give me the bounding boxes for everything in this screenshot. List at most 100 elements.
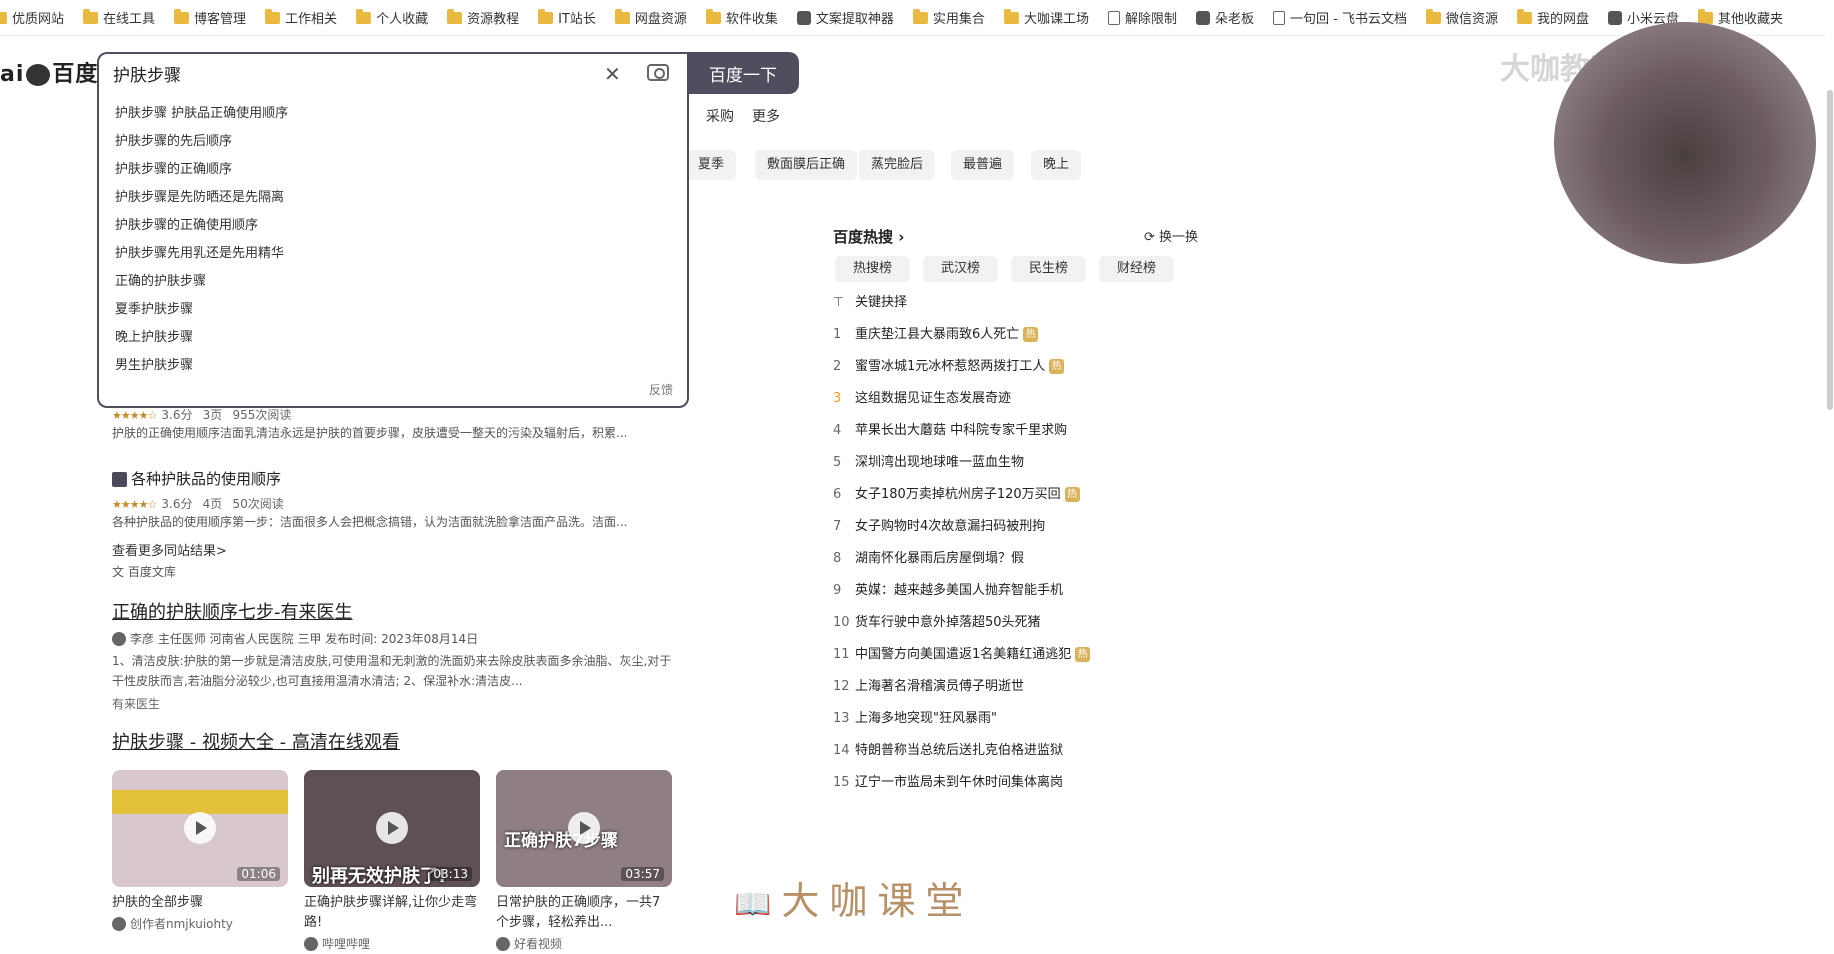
bookmark-label: 微信资源 bbox=[1445, 12, 1498, 27]
bookmark-item[interactable]: 优质网站 bbox=[0, 8, 64, 27]
related-tag[interactable]: 最普遍 bbox=[951, 150, 1015, 180]
search-button[interactable]: 百度一下 bbox=[687, 52, 799, 94]
bookmark-item[interactable]: 解除限制 bbox=[1107, 8, 1177, 27]
thumbnail-banner bbox=[112, 790, 288, 814]
bookmark-item[interactable]: 大咖课工场 bbox=[1003, 8, 1089, 27]
bookmark-item[interactable]: 我的网盘 bbox=[1516, 8, 1589, 27]
bookmark-item[interactable]: 文案提取神器 bbox=[796, 8, 894, 27]
tab-purchase[interactable]: 采购 bbox=[706, 106, 734, 126]
result-title[interactable]: 正确的护肤顺序七步-有来医生 bbox=[112, 598, 672, 624]
pages: 4页 bbox=[202, 497, 223, 511]
play-icon[interactable] bbox=[184, 812, 216, 844]
suggestion-item[interactable]: 护肤步骤的先后顺序 bbox=[99, 128, 687, 156]
scroll-thumb[interactable] bbox=[1827, 90, 1833, 410]
hot-tab[interactable]: 民生榜 bbox=[1011, 256, 1087, 282]
search-input[interactable] bbox=[113, 63, 553, 83]
bookmark-item[interactable]: 软件收集 bbox=[705, 8, 778, 27]
video-source: 好看视频 bbox=[496, 935, 672, 952]
hot-item[interactable]: 4 苹果长出大蘑菇 中科院专家千里求购 bbox=[833, 421, 1067, 441]
hot-item[interactable]: 14 特朗普称当总统后送扎克伯格进监狱 bbox=[833, 741, 1063, 761]
suggestion-item[interactable]: 护肤步骤 护肤品正确使用顺序 bbox=[99, 100, 687, 128]
bookmark-item[interactable]: 博客管理 bbox=[174, 8, 246, 27]
hot-rank: 12 bbox=[833, 679, 850, 694]
hot-item[interactable]: 7 女子购物时4次故意漏扫码被刑拘 bbox=[833, 517, 1045, 537]
hot-tab[interactable]: 热搜榜 bbox=[835, 256, 911, 282]
video-thumbnail[interactable]: 正确护肤7步骤 03:57 bbox=[496, 770, 672, 887]
hot-item[interactable]: 2 蜜雪冰城1元冰杯惹怒两拨打工人热 bbox=[833, 357, 1065, 377]
hot-item[interactable]: 10 货车行驶中意外掉落超50头死猪 bbox=[833, 613, 1041, 633]
video-section-title[interactable]: 护肤步骤 - 视频大全 - 高清在线观看 bbox=[112, 728, 400, 754]
hot-search-title[interactable]: 百度热搜 › bbox=[833, 226, 904, 247]
hot-tab[interactable]: 武汉榜 bbox=[923, 256, 999, 282]
hot-item[interactable]: 12 上海著名滑稽演员傅子明逝世 bbox=[833, 677, 1024, 697]
related-tag[interactable]: 敷面膜后正确 bbox=[755, 150, 858, 180]
pinned-item[interactable]: ⊤ 关键抉择 bbox=[833, 293, 907, 313]
hot-item[interactable]: 8 湖南怀化暴雨后房屋倒塌？假 bbox=[833, 549, 1024, 569]
video-thumbnail[interactable]: 01:06 bbox=[112, 770, 288, 887]
bookmark-item[interactable]: 一句回 - 飞书云文档 bbox=[1272, 8, 1407, 27]
hot-item[interactable]: 5 深圳湾出现地球唯一蓝血生物 bbox=[833, 453, 1024, 473]
hot-badge-icon: 热 bbox=[1064, 487, 1080, 502]
bookmark-item[interactable]: 工作相关 bbox=[265, 8, 337, 27]
related-tag[interactable]: 晚上 bbox=[1031, 150, 1082, 180]
hot-item[interactable]: 1 重庆垫江县大暴雨致6人死亡热 bbox=[833, 325, 1039, 345]
suggestion-item[interactable]: 护肤步骤的正确使用顺序 bbox=[99, 212, 687, 240]
baidu-logo[interactable]: ai 百度 bbox=[0, 56, 98, 88]
play-icon[interactable] bbox=[568, 812, 600, 844]
video-description[interactable]: 正确护肤步骤详解,让你少走弯路! bbox=[304, 893, 480, 933]
bookmark-item[interactable]: 微信资源 bbox=[1425, 8, 1498, 27]
suggestion-item[interactable]: 晚上护肤步骤 bbox=[99, 324, 687, 352]
rating-stars: ★★★★☆ bbox=[112, 498, 157, 511]
doc-result-2: 各种护肤品的使用顺序 ★★★★☆ 3.6分 4页 50次阅读 各种护肤品的使用顺… bbox=[112, 468, 672, 532]
video-description[interactable]: 护肤的全部步骤 bbox=[112, 893, 288, 913]
suggestion-item[interactable]: 男生护肤步骤 bbox=[99, 352, 687, 380]
snippet: 1、清洁皮肤:护肤的第一步就是清洁皮肤,可使用温和无刺激的洗面奶来去除皮肤表面多… bbox=[112, 654, 672, 688]
hot-badge-icon: 热 bbox=[1049, 359, 1065, 374]
related-tag[interactable]: 蒸完脸后 bbox=[859, 150, 936, 180]
bookmark-item[interactable]: IT站长 bbox=[538, 8, 596, 27]
camera-icon[interactable] bbox=[647, 64, 669, 81]
hot-item[interactable]: 13 上海多地突现"狂风暴雨" bbox=[833, 709, 997, 729]
more-from-site-link[interactable]: 查看更多同站结果> bbox=[112, 540, 227, 559]
video-card[interactable]: 正确护肤7步骤 03:57 日常护肤的正确顺序，一共7个步骤，轻松养出... 好看视频 bbox=[496, 770, 672, 952]
hot-item[interactable]: 15 辽宁一市监局未到午休时间集体离岗 bbox=[833, 773, 1063, 793]
hot-item[interactable]: 11 中国警方向美国遣返1名美籍红通逃犯热 bbox=[833, 645, 1091, 665]
video-card[interactable]: 01:06 护肤的全部步骤 创作者nmjkuiohty bbox=[112, 770, 288, 932]
refresh-button[interactable]: ⟳ 换一换 bbox=[1144, 226, 1198, 245]
bookmark-item[interactable]: 实用集合 bbox=[912, 8, 985, 27]
suggestion-item[interactable]: 护肤步骤的正确顺序 bbox=[99, 156, 687, 184]
video-thumbnail[interactable]: 别再无效护肤了! 03:13 bbox=[304, 770, 480, 887]
bookmark-item[interactable]: 朵老板 bbox=[1195, 8, 1254, 27]
tab-more[interactable]: 更多 bbox=[752, 106, 780, 126]
video-source: 创作者nmjkuiohty bbox=[112, 915, 288, 932]
scrollbar[interactable] bbox=[1824, 40, 1834, 954]
feedback-link[interactable]: 反馈 bbox=[649, 381, 673, 398]
hot-tab[interactable]: 财经榜 bbox=[1099, 256, 1175, 282]
video-description[interactable]: 日常护肤的正确顺序，一共7个步骤，轻松养出... bbox=[496, 893, 672, 933]
suggestion-item[interactable]: 护肤步骤是先防晒还是先隔离 bbox=[99, 184, 687, 212]
hot-text: 特朗普称当总统后送扎克伯格进监狱 bbox=[855, 743, 1064, 758]
suggestion-item[interactable]: 正确的护肤步骤 bbox=[99, 268, 687, 296]
suggestion-item[interactable]: 夏季护肤步骤 bbox=[99, 296, 687, 324]
related-tag[interactable]: 夏季 bbox=[686, 150, 737, 180]
folder-icon bbox=[1425, 8, 1441, 24]
refresh-icon: ⟳ bbox=[1144, 230, 1155, 245]
folder-icon bbox=[538, 8, 554, 24]
bookmark-item[interactable]: 资源教程 bbox=[447, 8, 519, 27]
play-icon[interactable] bbox=[376, 812, 408, 844]
folder-icon bbox=[447, 8, 463, 24]
hot-text: 中国警方向美国遣返1名美籍红通逃犯 bbox=[855, 647, 1072, 662]
source[interactable]: 有来医生 bbox=[112, 695, 672, 712]
hot-item[interactable]: 6 女子180万卖掉杭州房子120万买回热 bbox=[833, 485, 1080, 505]
bookmark-item[interactable]: 在线工具 bbox=[83, 8, 155, 27]
hot-item[interactable]: 3 这组数据见证生态发展奇迹 bbox=[833, 389, 1011, 409]
suggestion-item[interactable]: 护肤步骤先用乳还是先用精华 bbox=[99, 240, 687, 268]
bookmark-item[interactable]: 个人收藏 bbox=[356, 8, 428, 27]
page-icon bbox=[1107, 10, 1120, 25]
bookmark-item[interactable]: 网盘资源 bbox=[614, 8, 687, 27]
bookmark-label: IT站长 bbox=[558, 12, 596, 27]
close-icon[interactable]: ✕ bbox=[604, 62, 621, 86]
video-card[interactable]: 别再无效护肤了! 03:13 正确护肤步骤详解,让你少走弯路! 哔哩哔哩 bbox=[304, 770, 480, 952]
doc-title[interactable]: 各种护肤品的使用顺序 bbox=[131, 470, 281, 488]
hot-item[interactable]: 9 英媒：越来越多美国人抛弃智能手机 bbox=[833, 581, 1063, 601]
